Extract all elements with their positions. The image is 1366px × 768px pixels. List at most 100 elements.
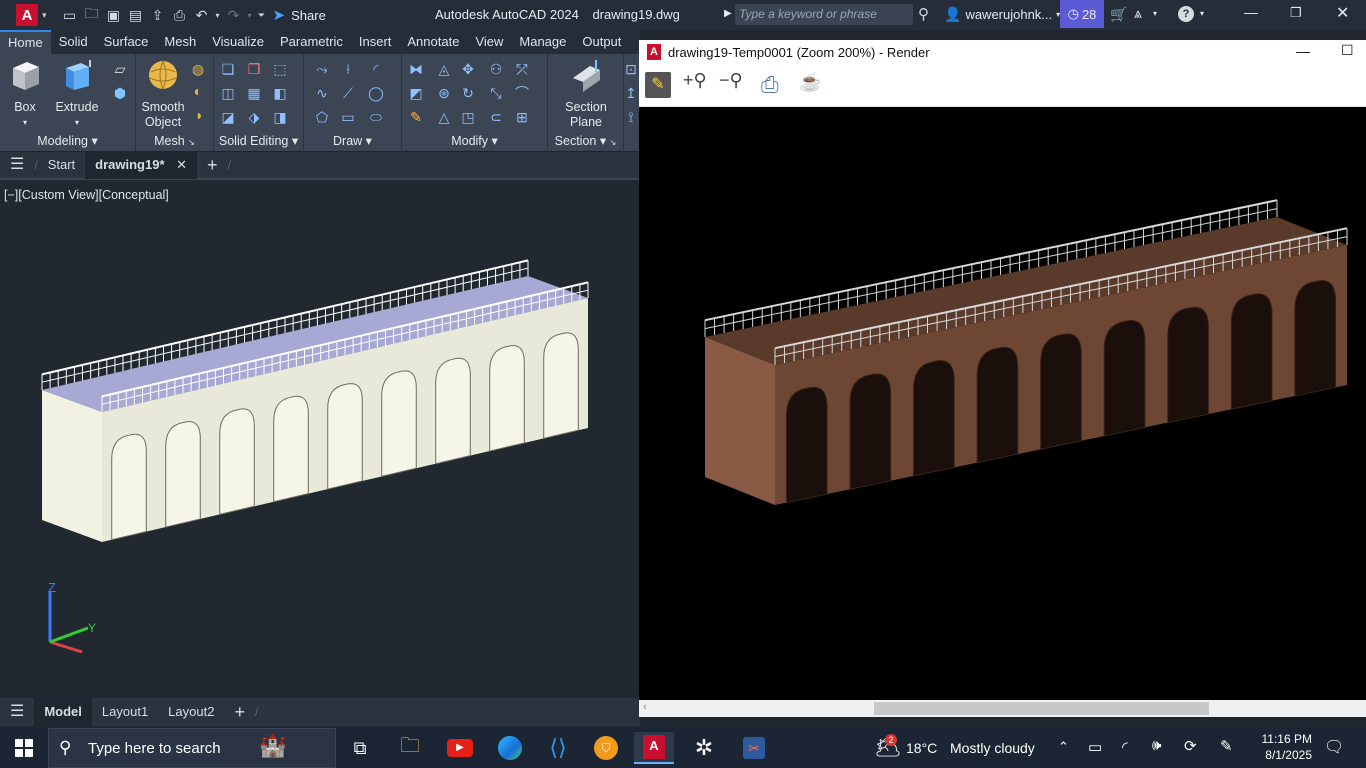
save-as-icon[interactable]: ▤ [125, 4, 147, 26]
render-cancel-icon[interactable]: ☕ [799, 72, 821, 93]
file-explorer-icon[interactable]: 🗀 [390, 732, 430, 764]
mesh-sphere-add-icon[interactable]: ◍ [188, 60, 208, 78]
app-menu-chevron-icon[interactable]: ▾ [42, 10, 47, 21]
coordinates-icon[interactable]: ⊡ [624, 60, 638, 78]
circle-icon[interactable]: ◯ [366, 84, 386, 102]
clock[interactable]: 11:16 PM 8/1/2025 [1252, 731, 1312, 763]
vscode-icon[interactable]: ⟨⟩ [538, 732, 578, 764]
mirror-icon[interactable]: ⧓ [406, 60, 426, 78]
autodesk-chevron-icon[interactable]: ▾ [1153, 9, 1157, 18]
separate-icon[interactable]: ◨ [270, 108, 290, 126]
save-icon[interactable]: ▣ [103, 4, 125, 26]
new-file-icon[interactable]: ▭ [59, 4, 81, 26]
help-search-input[interactable]: Type a keyword or phrase [735, 4, 913, 25]
scroll-left-icon[interactable]: ‹ [643, 701, 647, 713]
tab-home[interactable]: Home [0, 30, 51, 54]
autodesk-app-icon[interactable]: ⩓ [1134, 5, 1142, 22]
photo-editor-icon[interactable]: ✂ [734, 732, 774, 764]
solid-editing-group-label[interactable]: Solid Editing ▾ [214, 133, 303, 148]
polyline-icon[interactable]: ⤳ [312, 60, 332, 78]
polygon-icon[interactable]: ⬠ [312, 108, 332, 126]
3d-align-icon[interactable]: △ [434, 108, 454, 126]
render-horizontal-scrollbar[interactable]: ‹ [639, 700, 1366, 717]
tab-start[interactable]: Start [38, 151, 85, 179]
minimize-icon[interactable]: — [1244, 4, 1258, 20]
redo-dropdown-icon[interactable]: ▾ [245, 4, 255, 26]
subtract-icon[interactable]: ❐ [244, 60, 264, 78]
box-button[interactable]: Box ▾ [6, 58, 44, 130]
smooth-object-button[interactable]: Smooth Object [138, 58, 188, 130]
user-account-menu[interactable]: 👤 waweruj​ohnk... ▾ [944, 6, 1060, 23]
cart-icon[interactable]: 🛒 [1110, 6, 1127, 23]
tab-annotate[interactable]: Annotate [399, 30, 467, 54]
show-hidden-icons-icon[interactable]: ⌃ [1058, 739, 1069, 755]
extrude-button[interactable]: Extrude ▾ [52, 58, 102, 130]
align-icon[interactable]: ⚇ [486, 60, 506, 78]
sync-icon[interactable]: ⟳ [1184, 737, 1197, 755]
customize-toolbar-icon[interactable]: ⏷ [255, 4, 269, 26]
notifications-badge[interactable]: ◷ 28 [1060, 0, 1104, 28]
tab-surface[interactable]: Surface [96, 30, 157, 54]
autocad-app-icon[interactable]: A [16, 4, 38, 26]
print-icon[interactable]: ⎙ [169, 4, 191, 26]
shell-icon[interactable]: ◪ [218, 108, 238, 126]
trim-icon[interactable]: ⤱ [512, 60, 532, 78]
scrollbar-thumb[interactable] [874, 702, 1209, 715]
erase-icon[interactable]: ✎ [406, 108, 426, 126]
tab-layout1[interactable]: Layout1 [92, 698, 158, 726]
zoom-in-icon[interactable]: +⚲ [683, 70, 707, 91]
search-icon[interactable]: ⚲ [918, 5, 929, 23]
arc-icon[interactable]: ◜ [366, 60, 386, 78]
edge-icon[interactable] [490, 732, 530, 764]
section-plane-button[interactable]: Section Plane [560, 58, 612, 130]
youtube-icon[interactable]: ▶ [440, 732, 480, 764]
modeling-group-label[interactable]: Modeling ▾ [0, 133, 135, 148]
tab-manage[interactable]: Manage [511, 30, 574, 54]
undo-dropdown-icon[interactable]: ▾ [213, 4, 223, 26]
tab-layout2[interactable]: Layout2 [158, 698, 224, 726]
modify-group-label[interactable]: Modify ▾ [402, 133, 547, 148]
3d-rotate-icon[interactable]: ◬ [434, 60, 454, 78]
share-button[interactable]: ➤ Share [273, 6, 326, 24]
rectangle-icon[interactable]: ▭ [338, 108, 358, 126]
stretch-icon[interactable]: ◳ [458, 108, 478, 126]
interfere-icon[interactable]: ⬚ [270, 60, 290, 78]
array-icon[interactable]: ⊞ [512, 108, 532, 126]
move-icon[interactable]: ✥ [458, 60, 478, 78]
thicken-icon[interactable]: ⬗ [244, 108, 264, 126]
autocad-taskbar-icon[interactable]: A [634, 732, 674, 764]
search-expand-icon[interactable]: ▶ [724, 8, 732, 19]
ellipse-icon[interactable]: ⬭ [366, 108, 386, 126]
open-folder-icon[interactable]: 🗀 [81, 4, 103, 26]
tab-output[interactable]: Output [574, 30, 629, 54]
tab-parametric[interactable]: Parametric [272, 30, 351, 54]
new-tab-button[interactable]: + [197, 151, 228, 179]
polysolid-icon[interactable]: ⬢ [110, 84, 130, 102]
render-minimize-icon[interactable]: — [1296, 43, 1310, 59]
chatgpt-icon[interactable]: ✲ [684, 732, 724, 764]
application-menu-icon[interactable]: ☰ [0, 151, 34, 179]
tab-model[interactable]: Model [34, 698, 92, 726]
zoom-out-icon[interactable]: −⚲ [719, 70, 743, 91]
spline-icon[interactable]: ∿ [312, 84, 332, 102]
slice-icon[interactable]: ▦ [244, 84, 264, 102]
battery-icon[interactable]: ▭ [1088, 738, 1102, 756]
undo-icon[interactable]: ↶ [191, 4, 213, 26]
help-icon[interactable]: ? [1178, 6, 1194, 22]
tab-visualize[interactable]: Visualize [204, 30, 272, 54]
notification-center-icon[interactable]: 🗨 [1324, 737, 1344, 757]
weather-widget[interactable]: 🌥 2 18°C Mostly cloudy [870, 728, 1036, 768]
union-icon[interactable]: ❏ [218, 60, 238, 78]
windows-start-button[interactable] [4, 732, 44, 764]
redo-icon[interactable]: ↷ [223, 4, 245, 26]
tab-drawing19[interactable]: drawing19* ✕ [85, 151, 198, 179]
3d-mirror-icon[interactable]: ◩ [406, 84, 426, 102]
3d-array-icon[interactable]: ⊛ [434, 84, 454, 102]
fillet-edge-icon[interactable]: ◧ [270, 84, 290, 102]
mesh-sphere-icon[interactable]: ◐ [188, 82, 208, 100]
help-chevron-icon[interactable]: ▾ [1200, 9, 1204, 18]
mesh-group-label[interactable]: Mesh ↘ [136, 134, 213, 148]
fillet-icon[interactable]: ⌒ [512, 84, 532, 102]
tab-insert[interactable]: Insert [351, 30, 400, 54]
render-maximize-icon[interactable]: ☐ [1341, 42, 1354, 59]
